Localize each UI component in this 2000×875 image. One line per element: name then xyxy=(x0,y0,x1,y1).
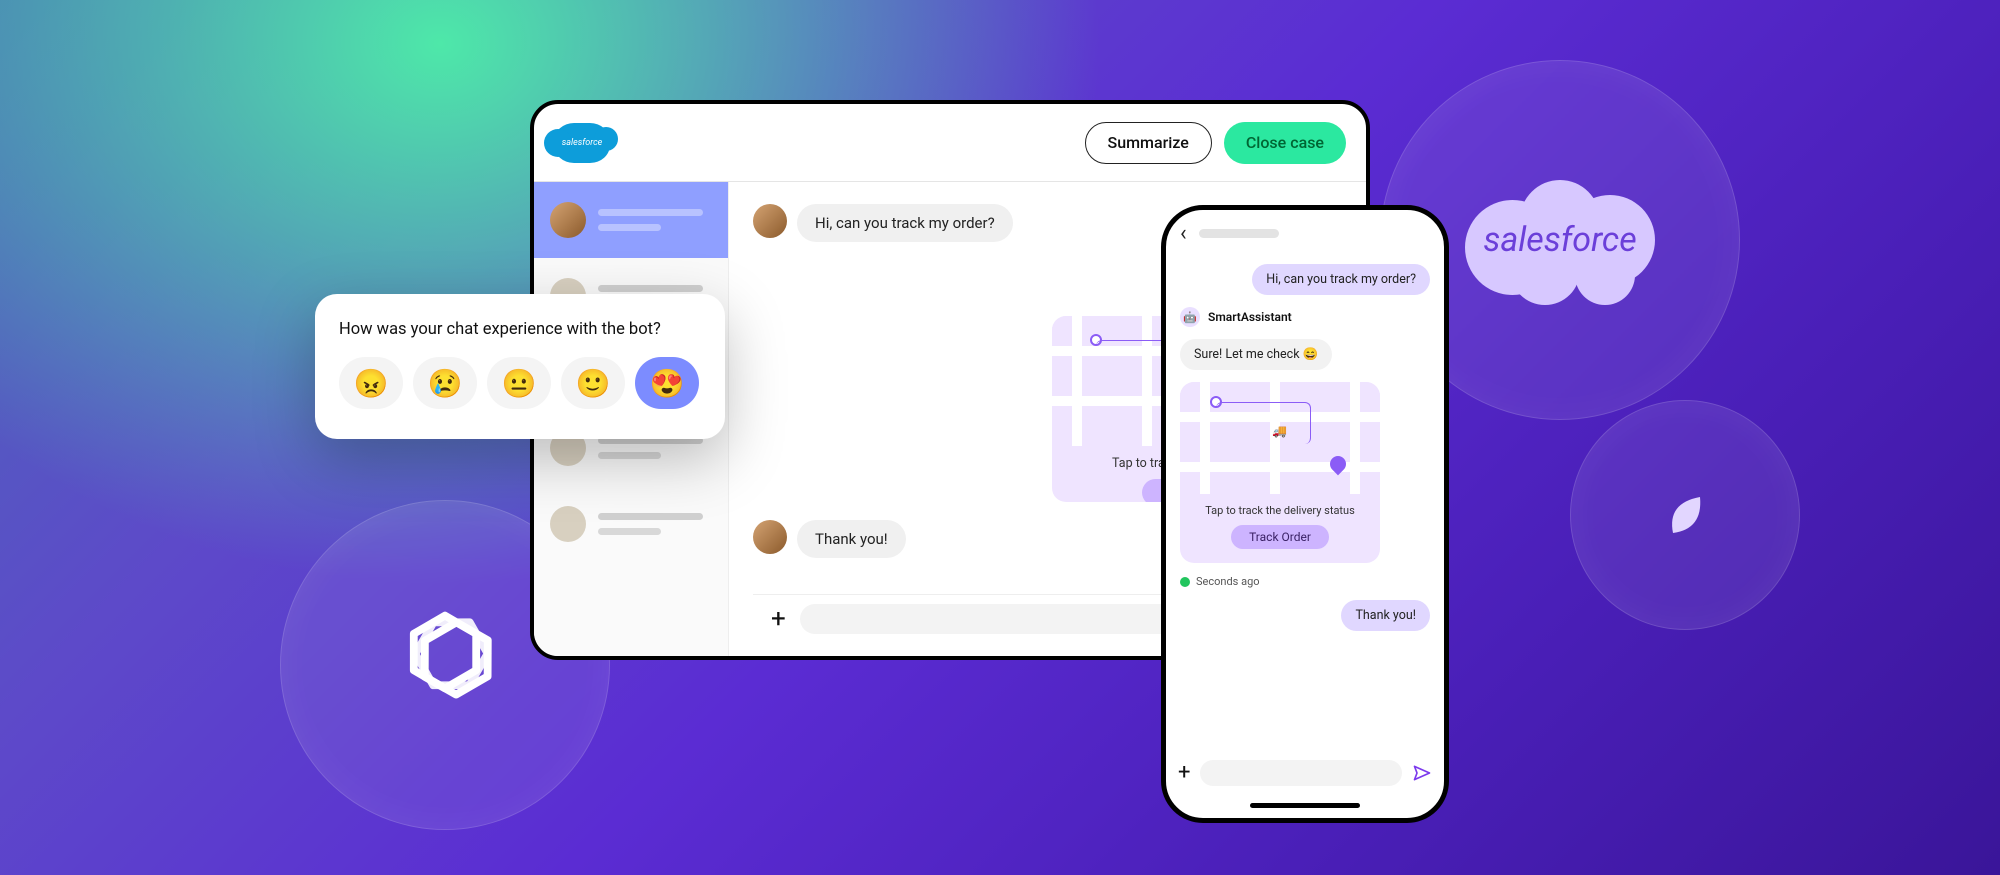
small-glass-circle xyxy=(1570,400,1800,630)
message-input[interactable] xyxy=(1200,760,1402,786)
map-tracking-card: 🚚 Tap to track the delivery status Track… xyxy=(1180,382,1380,563)
status-dot-icon xyxy=(1180,577,1190,587)
avatar xyxy=(550,202,586,238)
header-placeholder xyxy=(1199,229,1279,238)
attach-icon[interactable]: + xyxy=(1178,762,1190,784)
bot-message-bubble: Sure! Let me check 😄 xyxy=(1180,339,1332,370)
attach-icon[interactable]: + xyxy=(771,606,786,632)
timestamp-text: Seconds ago xyxy=(1196,575,1260,588)
timestamp-row: Seconds ago xyxy=(1180,575,1430,588)
feedback-emoji-happy[interactable]: 🙂 xyxy=(561,357,625,409)
mobile-header: ‹ xyxy=(1166,210,1444,256)
conversation-item[interactable] xyxy=(534,182,728,258)
user-message-bubble: Hi, can you track my order? xyxy=(1252,264,1430,295)
salesforce-logo-icon: salesforce xyxy=(554,123,610,163)
user-avatar xyxy=(753,520,787,554)
salesforce-wordmark: salesforce xyxy=(1483,220,1636,260)
feedback-emoji-sad[interactable]: 😢 xyxy=(413,357,477,409)
feedback-emoji-angry[interactable]: 😠 xyxy=(339,357,403,409)
feedback-emoji-neutral[interactable]: 😐 xyxy=(487,357,551,409)
user-message-bubble: Thank you! xyxy=(797,520,906,558)
feedback-emoji-row: 😠 😢 😐 🙂 😍 xyxy=(339,357,701,409)
send-icon[interactable] xyxy=(1412,763,1432,783)
track-order-button[interactable]: Track Order xyxy=(1231,525,1329,549)
avatar xyxy=(550,506,586,542)
mobile-input-row: + xyxy=(1166,749,1444,797)
back-icon[interactable]: ‹ xyxy=(1180,221,1187,246)
close-case-button[interactable]: Close case xyxy=(1224,122,1346,164)
user-avatar xyxy=(753,204,787,238)
desktop-header: salesforce Summarize Close case xyxy=(534,104,1366,182)
home-indicator xyxy=(1250,803,1360,808)
user-message-bubble: Thank you! xyxy=(1341,600,1430,631)
bot-name: SmartAssistant xyxy=(1208,310,1292,324)
leaf-icon xyxy=(1655,485,1715,545)
feedback-title: How was your chat experience with the bo… xyxy=(339,320,701,339)
mobile-chat-window: ‹ Hi, can you track my order? 🤖 SmartAss… xyxy=(1161,205,1449,823)
bot-label-row: 🤖 SmartAssistant xyxy=(1180,307,1430,327)
conversation-item[interactable] xyxy=(534,486,728,562)
map-preview: 🚚 xyxy=(1180,382,1380,494)
openai-logo-icon xyxy=(380,600,510,730)
salesforce-cloud-icon: salesforce xyxy=(1465,180,1655,300)
map-tap-text: Tap to track the delivery status xyxy=(1192,504,1368,517)
mobile-chat-thread: Hi, can you track my order? 🤖 SmartAssis… xyxy=(1166,256,1444,749)
feedback-popover: How was your chat experience with the bo… xyxy=(315,294,725,439)
feedback-emoji-love[interactable]: 😍 xyxy=(635,357,699,409)
summarize-button[interactable]: Summarize xyxy=(1085,122,1212,164)
user-message-bubble: Hi, can you track my order? xyxy=(797,204,1013,242)
bot-avatar-icon: 🤖 xyxy=(1180,307,1200,327)
